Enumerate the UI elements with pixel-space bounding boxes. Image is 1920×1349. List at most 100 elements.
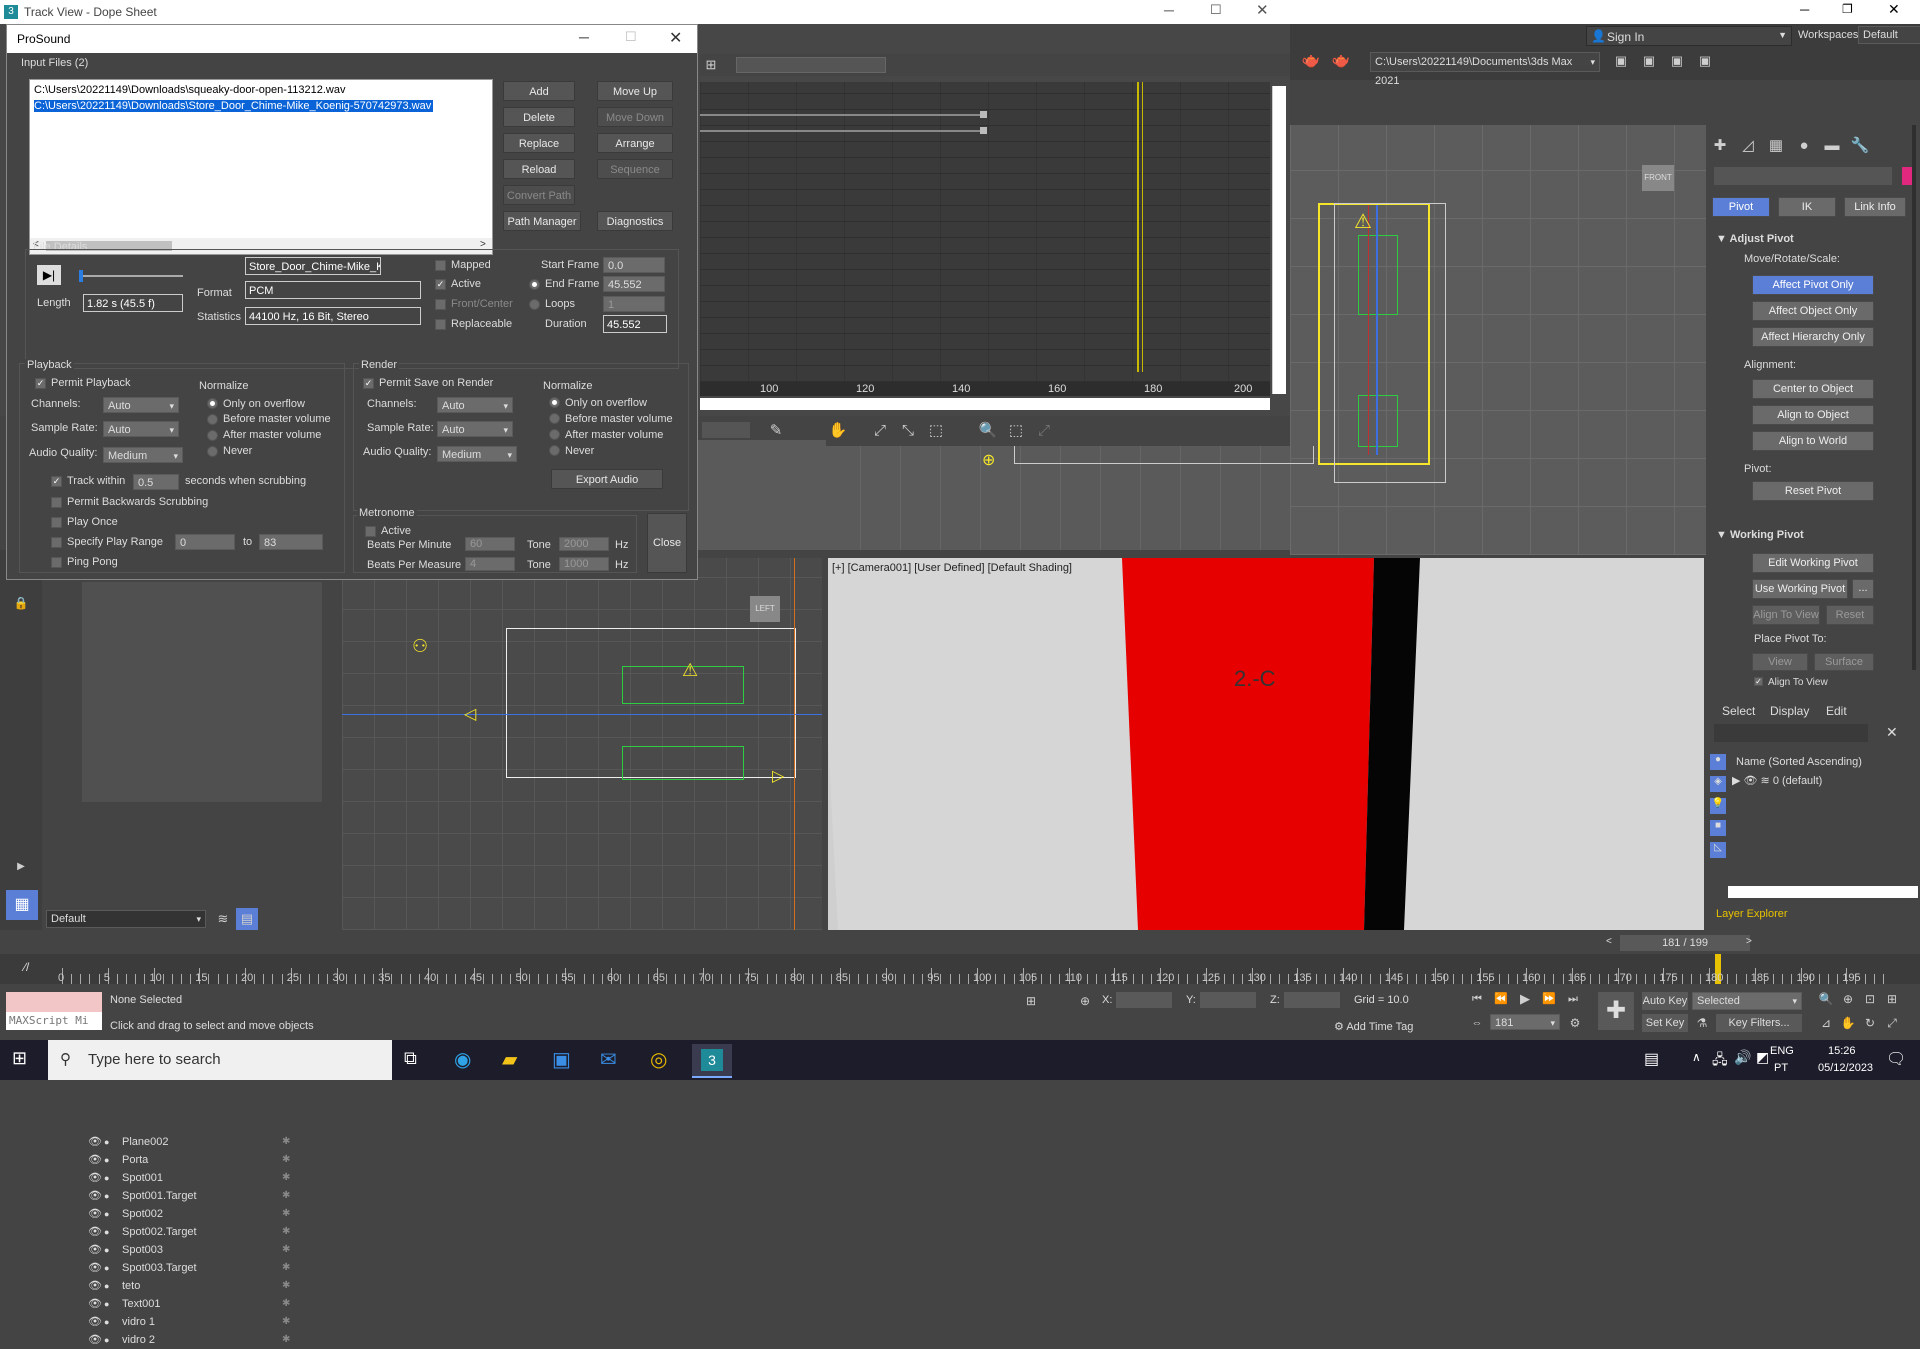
layer-edit-menu[interactable]: Edit bbox=[1826, 704, 1847, 718]
trackview-vscroll[interactable] bbox=[1272, 86, 1286, 394]
file-name-field[interactable]: Store_Door_Chime-Mike_Koenig-5 bbox=[245, 257, 381, 275]
scene-list-item[interactable]: 👁 ● Plane002 ✱ bbox=[80, 1133, 320, 1151]
layer-search-input[interactable] bbox=[1714, 724, 1868, 742]
affect-pivot-only-button[interactable]: Affect Pivot Only bbox=[1752, 275, 1874, 295]
render-setup-icon[interactable]: 🫖 bbox=[1300, 50, 1322, 72]
freeze-icon[interactable]: ✱ bbox=[282, 1295, 290, 1313]
add-button[interactable]: Add bbox=[503, 81, 575, 101]
duration-field[interactable]: 45.552 bbox=[603, 315, 667, 333]
folder-open-icon[interactable]: ▣ bbox=[1666, 50, 1688, 72]
nav-maximize-icon[interactable]: ⤢ bbox=[1882, 1012, 1902, 1034]
view-button[interactable]: View bbox=[1752, 653, 1808, 671]
workspaces-select[interactable]: Default bbox=[1858, 26, 1920, 44]
layer-grid-icon[interactable]: ▦ bbox=[6, 890, 38, 920]
scene-list-item[interactable]: 👁 ● Spot001.Target ✱ bbox=[80, 1187, 320, 1205]
align-to-view-checkbox[interactable]: ✓ bbox=[1754, 677, 1763, 686]
scene-list-item[interactable]: 👁 ● teto ✱ bbox=[80, 1277, 320, 1295]
current-frame-field[interactable]: 181 bbox=[1490, 1014, 1560, 1032]
news-icon[interactable]: ▤ bbox=[1644, 1049, 1659, 1069]
end-frame-spinner[interactable]: 45.552 bbox=[603, 276, 665, 292]
x-coordinate-field[interactable] bbox=[1116, 992, 1172, 1008]
length-field[interactable]: 1.82 s (45.5 f) bbox=[83, 294, 183, 312]
zoom-extents-icon[interactable]: ⤢ bbox=[1032, 420, 1056, 442]
pb-sample-rate-select[interactable]: Auto bbox=[103, 421, 179, 439]
move-down-button[interactable]: Move Down bbox=[597, 107, 673, 127]
isolate-icon[interactable]: ⊞ bbox=[1020, 990, 1042, 1012]
replace-button[interactable]: Replace bbox=[503, 133, 575, 153]
reset-working-pivot-button[interactable]: Reset bbox=[1826, 605, 1874, 625]
scene-list-item[interactable]: 👁 ● Spot002.Target ✱ bbox=[80, 1223, 320, 1241]
layers-icon[interactable]: ≋ bbox=[212, 908, 234, 930]
render-toggle-icon[interactable]: ● bbox=[104, 1133, 109, 1151]
edit-working-pivot-button[interactable]: Edit Working Pivot bbox=[1752, 553, 1874, 573]
layer-select[interactable]: Default bbox=[46, 910, 206, 928]
pan-hand-icon[interactable]: ✋ bbox=[826, 420, 850, 442]
scene-list-item[interactable]: 👁 ● Text001 ✱ bbox=[80, 1295, 320, 1313]
range-to-spinner[interactable]: 83 bbox=[259, 534, 323, 550]
spotlight-arrow-left[interactable]: ◁ bbox=[464, 704, 476, 724]
play-file-button[interactable]: ▶| bbox=[37, 265, 61, 285]
trackview-maximize-icon[interactable]: ☐ bbox=[1210, 2, 1222, 18]
absolute-mode-icon[interactable]: ⊕ bbox=[1074, 990, 1096, 1012]
freeze-icon[interactable]: ✱ bbox=[282, 1151, 290, 1169]
auto-key-button[interactable]: Auto Key bbox=[1642, 992, 1688, 1010]
render-toggle-icon[interactable]: ● bbox=[104, 1313, 109, 1331]
time-slider-handle[interactable]: 181 / 199 bbox=[1620, 935, 1750, 951]
permit-playback-checkbox[interactable]: ✓ bbox=[35, 378, 46, 389]
pb-only-overflow-radio[interactable] bbox=[207, 398, 218, 409]
freeze-icon[interactable]: ✱ bbox=[282, 1133, 290, 1151]
track-within-checkbox[interactable]: ✓ bbox=[51, 476, 62, 487]
align-to-object-button[interactable]: Align to Object bbox=[1752, 405, 1874, 425]
align-to-view-button[interactable]: Align To View bbox=[1752, 605, 1820, 625]
visibility-eye-icon[interactable]: 👁 bbox=[88, 1277, 102, 1295]
track-within-spinner[interactable]: 0.5 bbox=[133, 474, 179, 490]
tone1-spinner[interactable]: 2000 bbox=[559, 537, 609, 551]
prosound-maximize-icon[interactable]: ☐ bbox=[625, 29, 637, 45]
tray-extra-icon[interactable]: ◩ bbox=[1756, 1049, 1769, 1066]
key-filters-icon[interactable]: ⚗ bbox=[1692, 1012, 1712, 1034]
convert-path-button[interactable]: Convert Path bbox=[503, 185, 575, 205]
pb-after-master-radio[interactable] bbox=[207, 430, 218, 441]
trackview-tool-icon[interactable]: ⊞ bbox=[700, 54, 722, 76]
specify-range-checkbox[interactable] bbox=[51, 537, 62, 548]
spot-light-icon[interactable]: ⚠ bbox=[1354, 209, 1372, 234]
scene-list-item[interactable]: 👁 ● vidro 2 ✱ bbox=[80, 1331, 320, 1349]
3dsmax-taskbar-icon[interactable]: 3 bbox=[692, 1044, 732, 1078]
hierarchy-icon[interactable]: ▦ bbox=[1764, 135, 1788, 157]
spotlight-arrow-right[interactable]: ▷ bbox=[772, 766, 784, 786]
rd-only-overflow-radio[interactable] bbox=[549, 397, 560, 408]
prosound-minimize-icon[interactable]: ─ bbox=[579, 29, 589, 45]
windows-start-icon[interactable]: ⊞ bbox=[12, 1048, 27, 1069]
language-bottom[interactable]: PT bbox=[1774, 1062, 1788, 1074]
prosound-close-icon[interactable]: ✕ bbox=[669, 28, 682, 48]
expand-arrow-icon[interactable]: ▶ bbox=[10, 856, 32, 878]
store-icon[interactable]: ▣ bbox=[552, 1047, 571, 1072]
clock-time[interactable]: 15:26 bbox=[1828, 1045, 1856, 1057]
go-to-start-icon[interactable]: ⏮ bbox=[1466, 988, 1488, 1010]
utilities-icon[interactable]: 🔧 bbox=[1848, 135, 1872, 157]
render-toggle-icon[interactable]: ● bbox=[104, 1169, 109, 1187]
loops-radio[interactable] bbox=[529, 299, 540, 310]
layer-icon-4[interactable]: ■ bbox=[1710, 820, 1726, 836]
camera-viewport[interactable]: [+] [Camera001] [User Defined] [Default … bbox=[828, 558, 1704, 930]
max-restore-icon[interactable]: ❐ bbox=[1842, 2, 1853, 16]
visibility-eye-icon[interactable]: 👁 bbox=[88, 1331, 102, 1349]
preview-slider-thumb[interactable] bbox=[79, 270, 83, 282]
layer-name-header[interactable]: Name (Sorted Ascending) bbox=[1736, 756, 1862, 768]
brush-icon[interactable]: ✎ bbox=[764, 420, 788, 442]
viewport-toolbar-field[interactable] bbox=[702, 422, 750, 438]
key-bar-1[interactable] bbox=[700, 114, 986, 116]
set-key-big-button[interactable]: ✚ bbox=[1598, 992, 1634, 1030]
visibility-eye-icon[interactable]: 👁 bbox=[88, 1205, 102, 1223]
front-center-checkbox[interactable] bbox=[435, 299, 446, 310]
input-files-list[interactable]: C:\Users\20221149\Downloads\squeaky-door… bbox=[29, 79, 493, 255]
fit-icon[interactable]: ⤢ bbox=[868, 420, 892, 442]
scale-icon[interactable]: ⤡ bbox=[896, 420, 920, 442]
play-once-checkbox[interactable] bbox=[51, 517, 62, 528]
pb-before-master-radio[interactable] bbox=[207, 414, 218, 425]
key-dot-1[interactable] bbox=[980, 111, 987, 118]
key-filters-button[interactable]: Key Filters... bbox=[1716, 1014, 1802, 1032]
layer-icon-3[interactable]: 💡 bbox=[1710, 798, 1726, 814]
motion-icon[interactable]: ● bbox=[1792, 135, 1816, 157]
sign-in-button[interactable]: 👤 Sign In ▼ bbox=[1586, 26, 1792, 46]
